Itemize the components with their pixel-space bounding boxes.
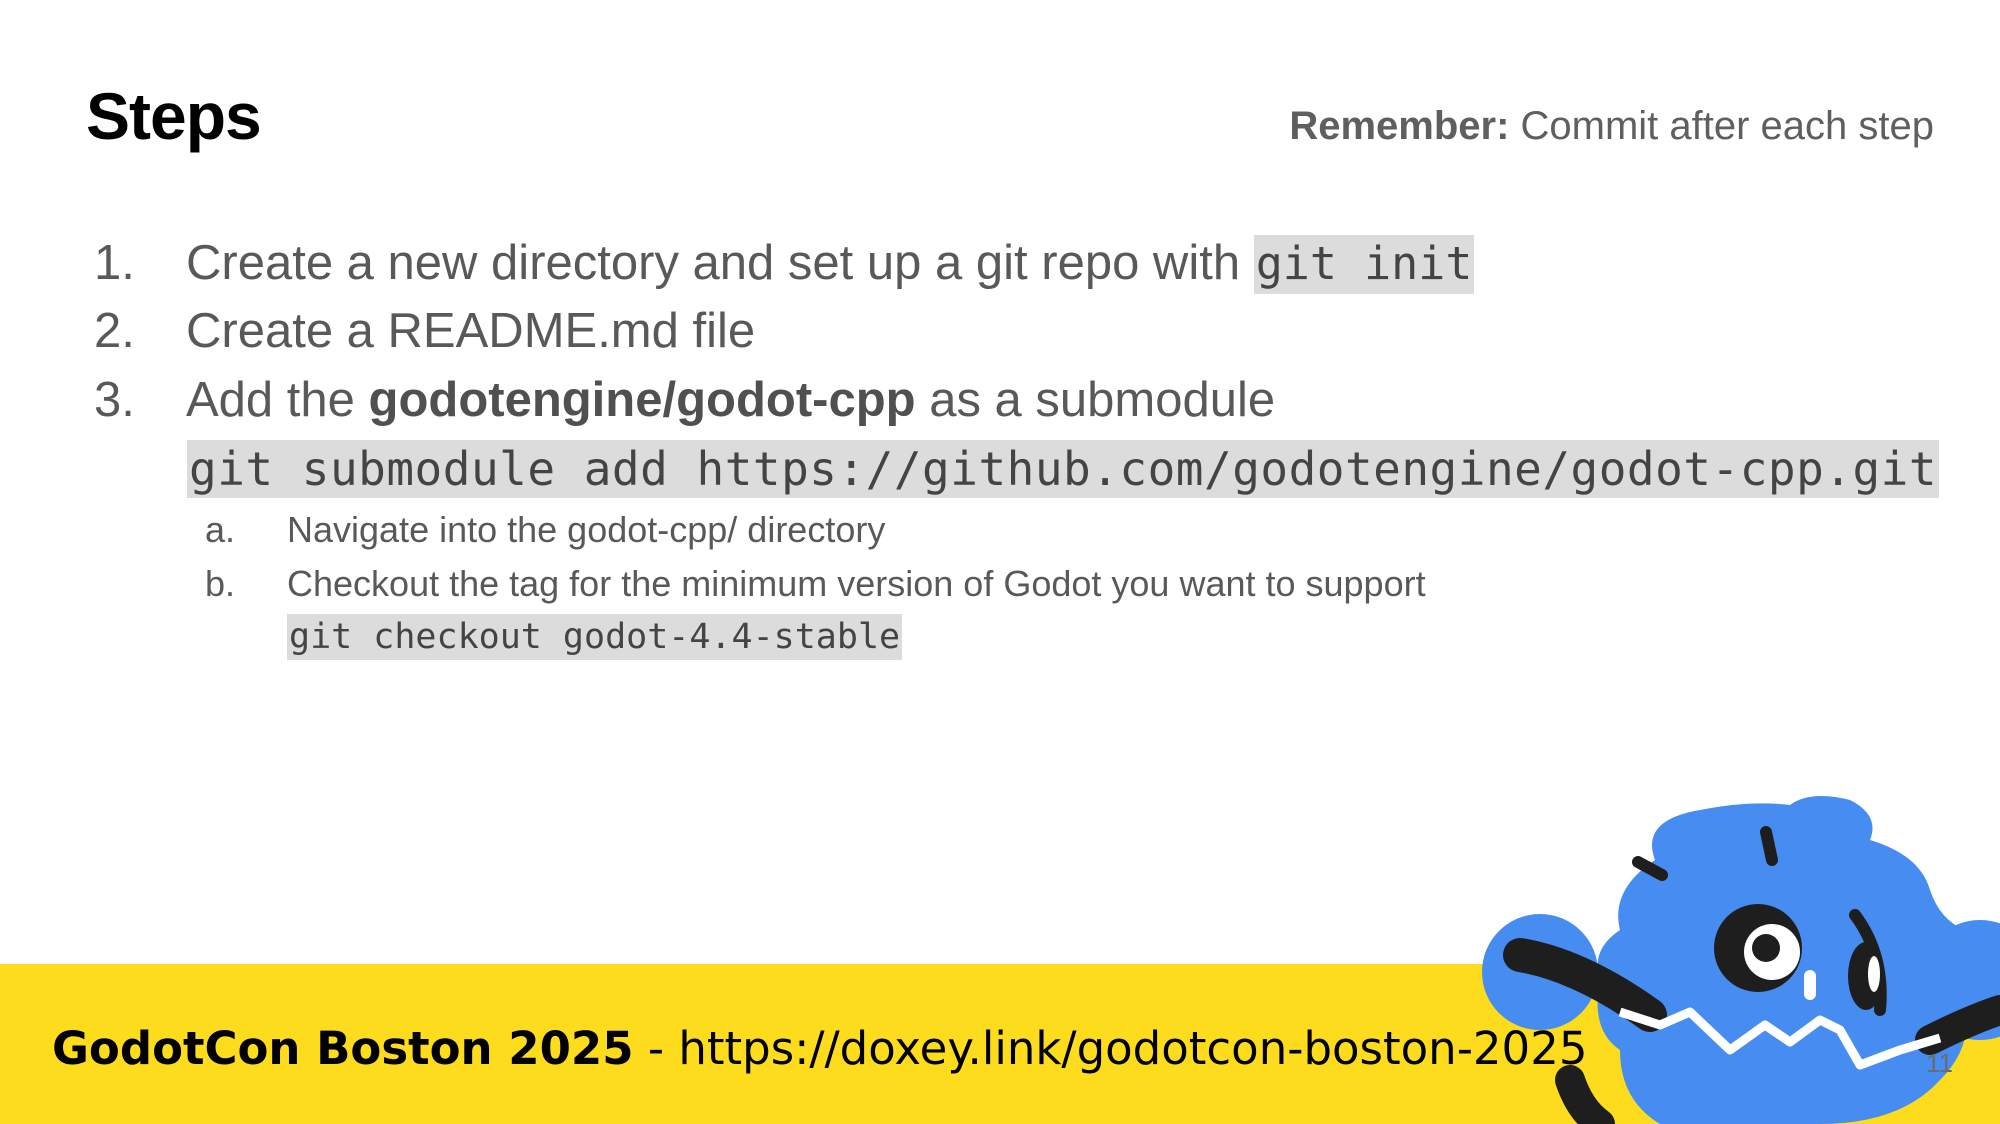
footer-separator: - (633, 1022, 679, 1075)
substep-text: Checkout the tag for the minimum version… (287, 563, 1426, 604)
footer-event-line: GodotCon Boston 2025 - https://doxey.lin… (52, 1022, 1587, 1075)
step-number: 3. (94, 373, 135, 427)
event-link[interactable]: https://doxey.link/godotcon-boston-2025 (678, 1022, 1587, 1075)
step-text-before: Add the (186, 373, 369, 427)
step-number: 2. (94, 304, 135, 358)
step-repo-name: godotengine/godot-cpp (368, 373, 916, 427)
substep-letter: b. (205, 563, 236, 604)
checkout-command: git checkout godot-4.4-stable (287, 614, 903, 660)
substep-letter: a. (205, 509, 236, 550)
step-text: Create a new directory and set up a git … (186, 236, 1254, 290)
reminder-text: Commit after each step (1509, 104, 1935, 148)
inline-code: git init (1253, 235, 1475, 294)
step-number: 1. (94, 236, 135, 290)
reminder-note: Remember: Commit after each step (1289, 104, 1934, 149)
step-text-after: as a submodule (915, 373, 1276, 427)
submodule-command: git submodule add https://github.com/god… (187, 440, 1940, 498)
page-number: 11 (1926, 1048, 1953, 1078)
slide: Steps Remember: Commit after each step 1… (0, 0, 2000, 1124)
substep-text: Navigate into the godot-cpp/ directory (287, 509, 886, 550)
event-name: GodotCon Boston 2025 (52, 1022, 634, 1075)
step-text: Create a README.md file (186, 304, 756, 358)
slide-title: Steps (86, 79, 262, 153)
reminder-label: Remember: (1289, 104, 1510, 148)
